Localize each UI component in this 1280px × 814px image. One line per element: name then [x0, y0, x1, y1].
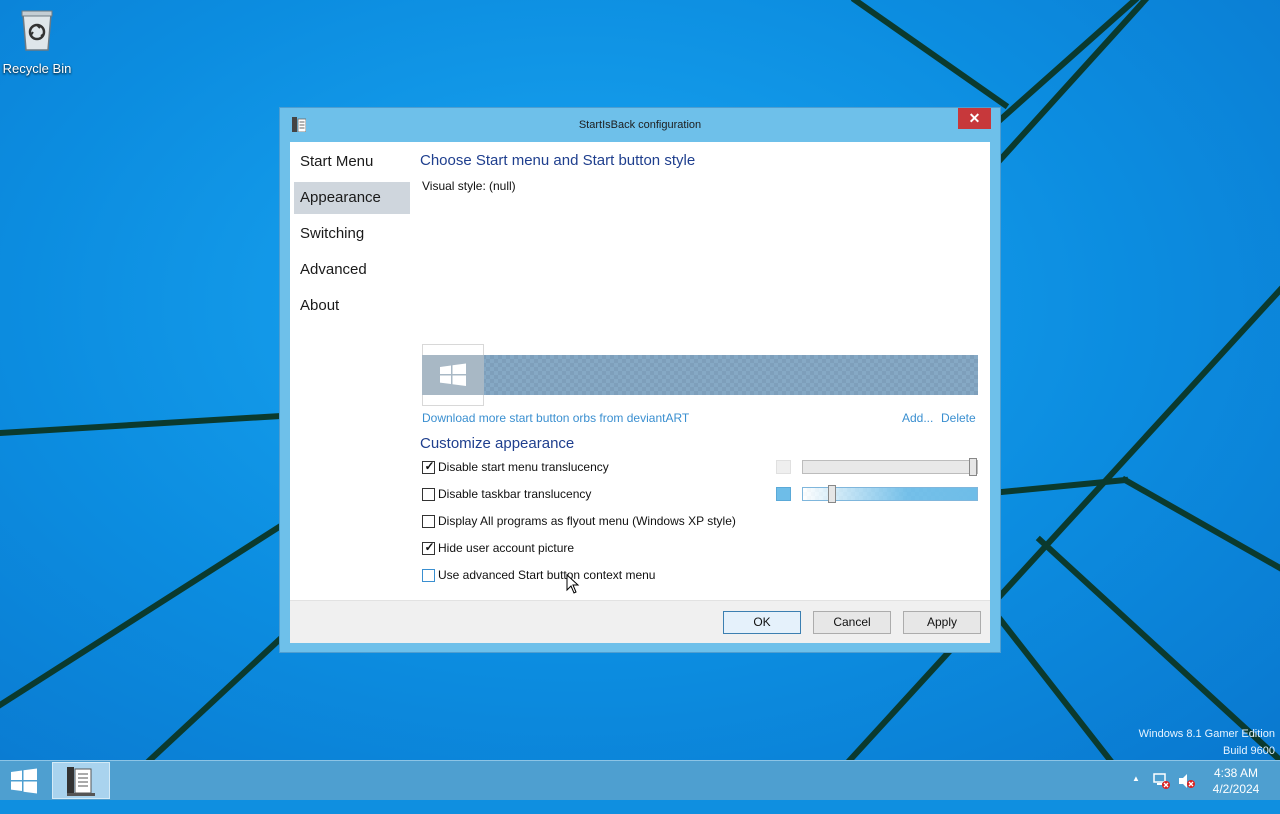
apply-button[interactable]: Apply	[903, 611, 981, 634]
app-icon	[67, 767, 95, 796]
taskbar-color-swatch[interactable]	[776, 487, 791, 501]
checkbox[interactable]	[422, 569, 435, 582]
close-icon: ✕	[968, 110, 981, 126]
show-hidden-icons-button[interactable]: ▲	[1132, 774, 1140, 814]
dialog-client-area: Start Menu Appearance Switching Advanced…	[290, 142, 990, 643]
taskbar-item-startisback[interactable]	[52, 762, 110, 799]
checkbox[interactable]	[422, 515, 435, 528]
start-menu-color-swatch[interactable]	[776, 460, 791, 474]
add-orb-link[interactable]: Add...	[902, 411, 933, 425]
checkbox[interactable]: ✓	[422, 459, 435, 474]
system-clock[interactable]: 4:38 AM 4/2/2024	[1205, 765, 1267, 797]
os-watermark: Windows 8.1 Gamer Edition Build 9600	[1139, 726, 1275, 760]
taskbar-translucency-slider[interactable]	[802, 485, 978, 503]
clock-time: 4:38 AM	[1213, 766, 1259, 780]
checkbox[interactable]: ✓	[422, 540, 435, 555]
cancel-button[interactable]: Cancel	[813, 611, 891, 634]
start-button[interactable]	[10, 768, 38, 794]
windows-logo-icon	[440, 363, 466, 386]
style-heading: Choose Start menu and Start button style	[420, 152, 696, 169]
check-mark-icon: ✓	[424, 459, 435, 473]
option-label: Use advanced Start button context menu	[438, 568, 656, 582]
nav-item-appearance[interactable]: Appearance	[294, 182, 410, 214]
recycle-bin-icon	[21, 10, 53, 51]
download-orbs-link[interactable]: Download more start button orbs from dev…	[422, 411, 689, 425]
slider-thumb[interactable]	[969, 458, 977, 476]
recycle-bin-label: Recycle Bin	[2, 61, 72, 76]
checkbox[interactable]	[422, 488, 435, 501]
option-hide-user-picture[interactable]: ✓ Hide user account picture	[422, 540, 722, 557]
clock-date: 4/2/2024	[1212, 782, 1260, 796]
nav-item-about[interactable]: About	[294, 290, 410, 322]
title-bar[interactable]: StartIsBack configuration ✕	[280, 108, 1000, 141]
option-label: Disable taskbar translucency	[438, 487, 592, 501]
check-mark-icon: ✓	[424, 540, 435, 554]
dialog-footer: OK Cancel Apply	[290, 600, 990, 643]
desktop: Recycle Bin Windows 8.1 Gamer Edition Bu…	[0, 0, 1280, 760]
selected-orb[interactable]	[422, 355, 484, 395]
option-disable-start-menu-translucency[interactable]: ✓ Disable start menu translucency	[422, 459, 722, 476]
visual-style-value: (null)	[489, 179, 516, 193]
slider-thumb[interactable]	[828, 485, 836, 503]
close-button[interactable]: ✕	[958, 108, 991, 129]
option-label: Display All programs as flyout menu (Win…	[438, 514, 736, 528]
network-icon[interactable]	[1153, 772, 1171, 790]
chevron-up-icon: ▲	[1132, 774, 1140, 783]
watermark-edition: Windows 8.1 Gamer Edition	[1138, 728, 1275, 740]
option-label: Disable start menu translucency	[438, 460, 609, 474]
recycle-bin-shortcut[interactable]: Recycle Bin	[0, 8, 74, 76]
ok-button[interactable]: OK	[723, 611, 801, 634]
nav-item-start-menu[interactable]: Start Menu	[294, 146, 410, 178]
delete-orb-link[interactable]: Delete	[941, 411, 976, 425]
window-title: StartIsBack configuration	[578, 119, 702, 131]
option-disable-taskbar-translucency[interactable]: Disable taskbar translucency	[422, 487, 722, 503]
mouse-cursor-icon	[566, 574, 580, 594]
taskbar: ▲ 4:38 AM 4/2/2024	[0, 760, 1280, 800]
start-orb-gallery[interactable]	[422, 355, 978, 395]
option-label: Hide user account picture	[438, 541, 575, 555]
nav-item-advanced[interactable]: Advanced	[294, 254, 410, 286]
volume-muted-icon[interactable]	[1178, 773, 1196, 789]
customize-heading: Customize appearance	[420, 435, 575, 452]
visual-style-label: Visual style:	[422, 179, 486, 193]
nav-item-switching[interactable]: Switching	[294, 218, 410, 250]
start-menu-translucency-slider[interactable]	[802, 458, 978, 476]
startisback-config-window: StartIsBack configuration ✕ Start Menu A…	[279, 107, 1001, 653]
option-all-programs-flyout[interactable]: Display All programs as flyout menu (Win…	[422, 514, 752, 530]
appearance-panel: Choose Start menu and Start button style…	[420, 142, 990, 598]
watermark-build: Build 9600	[1223, 745, 1275, 757]
